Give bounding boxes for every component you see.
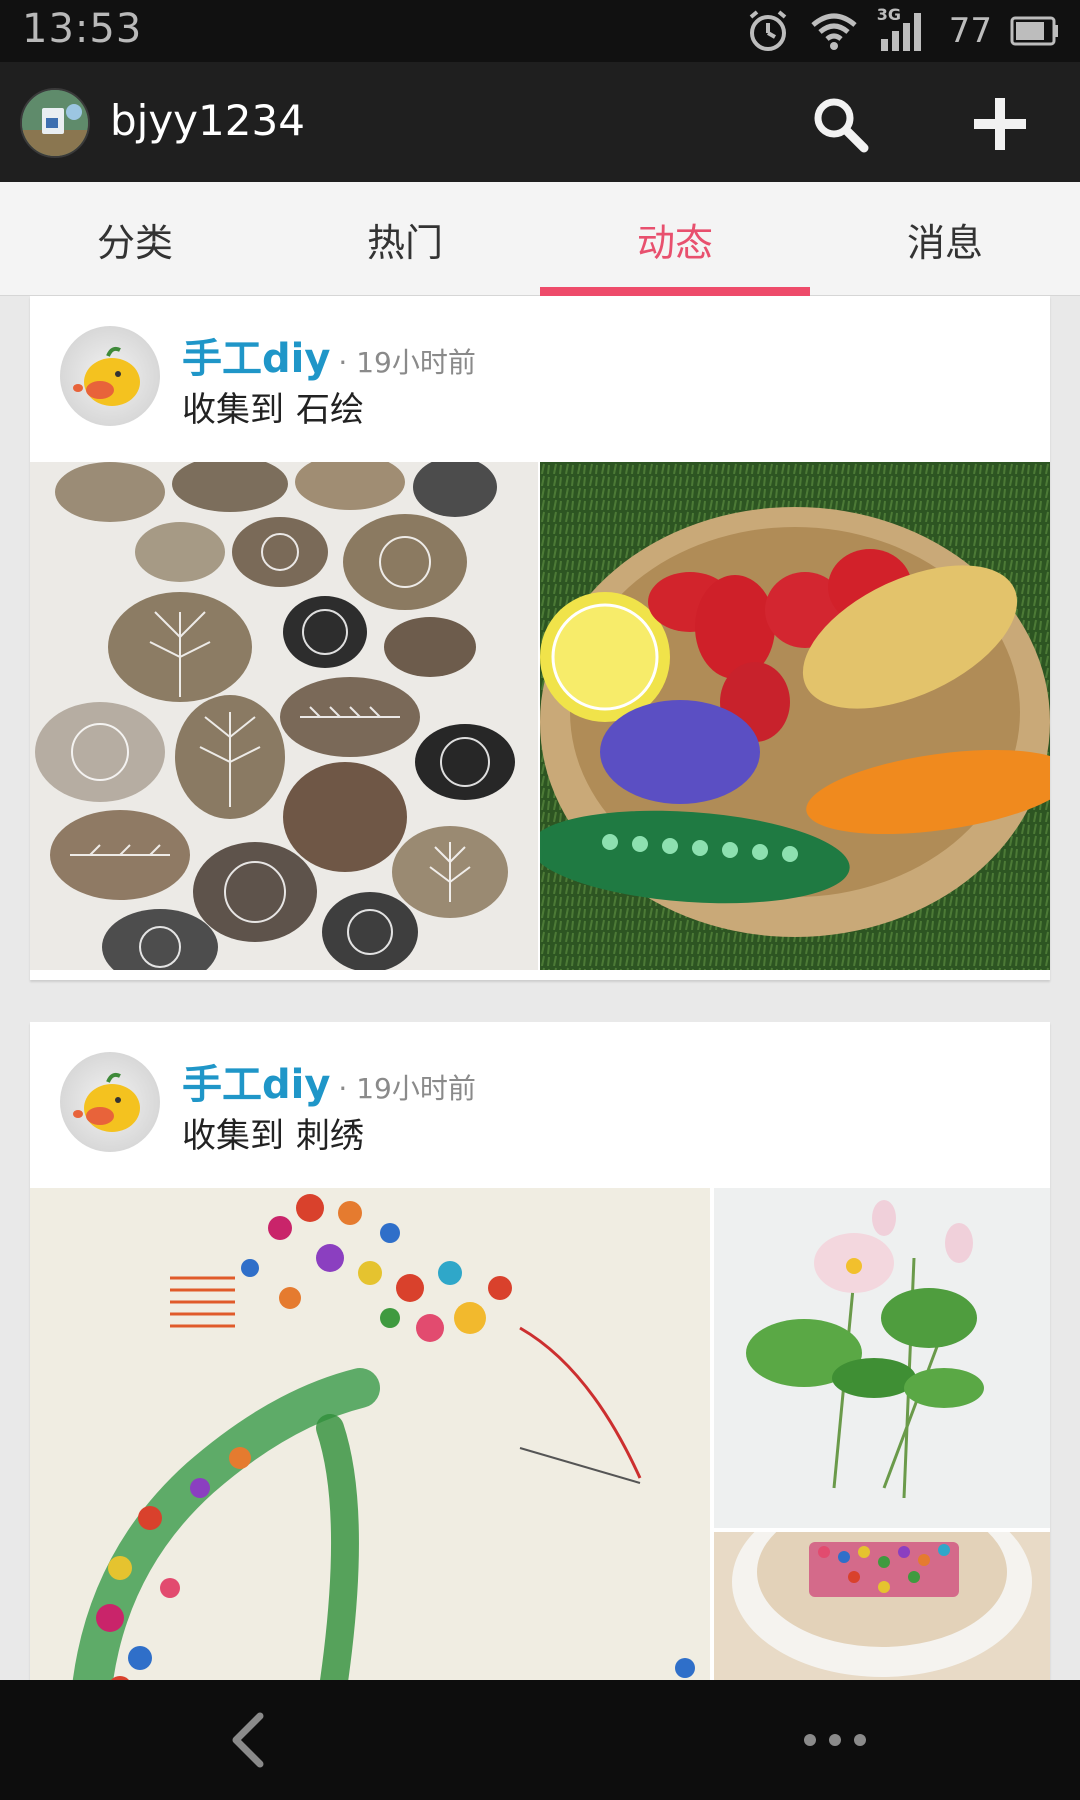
- card-title-line: 手工diy · 19小时前: [182, 1052, 476, 1110]
- tab-bar: 分类 热门 动态 消息: [0, 182, 1080, 296]
- board-link[interactable]: 石绘: [296, 390, 364, 430]
- card-collect-text: 收集到 石绘: [182, 382, 364, 431]
- tab-label: 分类: [96, 220, 173, 265]
- status-time: 13:53: [22, 6, 143, 52]
- card-time: · 19小时前: [338, 1072, 476, 1105]
- collect-action: 收集到: [182, 390, 284, 430]
- username[interactable]: bjyy1234: [110, 96, 305, 145]
- card-collect-text: 收集到 刺绣: [182, 1108, 364, 1157]
- title-bar: bjyy1234: [0, 62, 1080, 182]
- plus-icon: [974, 98, 1026, 150]
- avatar[interactable]: [60, 1052, 160, 1152]
- board-link[interactable]: 刺绣: [296, 1116, 364, 1156]
- tab-activity[interactable]: 动态: [540, 182, 810, 296]
- back-button[interactable]: [220, 1710, 280, 1770]
- tab-category[interactable]: 分类: [0, 182, 270, 296]
- avatar[interactable]: [20, 88, 90, 158]
- photo-painted-vegetables[interactable]: [540, 462, 1050, 970]
- card-title-line: 手工diy · 19小时前: [182, 326, 476, 384]
- avatar[interactable]: [60, 326, 160, 426]
- back-icon: [232, 1712, 264, 1768]
- search-icon: [814, 98, 869, 153]
- card-user-link[interactable]: 手工diy: [182, 326, 330, 384]
- photo-painted-stones[interactable]: [30, 462, 538, 970]
- add-button[interactable]: [968, 92, 1032, 156]
- photo-embroidery-bird[interactable]: [30, 1188, 710, 1722]
- tab-indicator: [540, 287, 810, 296]
- collect-action: 收集到: [182, 1116, 284, 1156]
- navigation-bar: [0, 1680, 1080, 1800]
- feed-card[interactable]: 手工diy · 19小时前 收集到 刺绣: [30, 1022, 1050, 1722]
- card-header: 手工diy · 19小时前 收集到 石绘: [30, 296, 1050, 462]
- tab-label: 动态: [636, 220, 713, 265]
- photo-grid: [30, 1188, 1050, 1722]
- signal-icon: 3G: [877, 5, 931, 53]
- more-button[interactable]: [800, 1710, 870, 1770]
- card-user-link[interactable]: 手工diy: [182, 1052, 330, 1110]
- more-icon: [804, 1734, 866, 1746]
- battery-level: 77: [948, 11, 992, 51]
- status-icons: 3G 77: [745, 5, 1060, 56]
- wifi-icon: [811, 13, 857, 50]
- tab-popular[interactable]: 热门: [270, 182, 540, 296]
- tab-label: 热门: [366, 220, 443, 265]
- card-time: · 19小时前: [338, 346, 476, 379]
- tab-label: 消息: [906, 220, 983, 265]
- search-button[interactable]: [808, 92, 872, 156]
- alarm-icon: [749, 10, 787, 51]
- card-header: 手工diy · 19小时前 收集到 刺绣: [30, 1022, 1050, 1188]
- photo-grid: [30, 462, 1050, 970]
- photo-ribbon-lotus[interactable]: [714, 1188, 1050, 1528]
- tab-messages[interactable]: 消息: [810, 182, 1080, 296]
- feed-card[interactable]: 手工diy · 19小时前 收集到 石绘: [30, 296, 1050, 980]
- status-bar: 13:53 3G 77: [0, 0, 1080, 62]
- battery-icon: [1010, 16, 1058, 46]
